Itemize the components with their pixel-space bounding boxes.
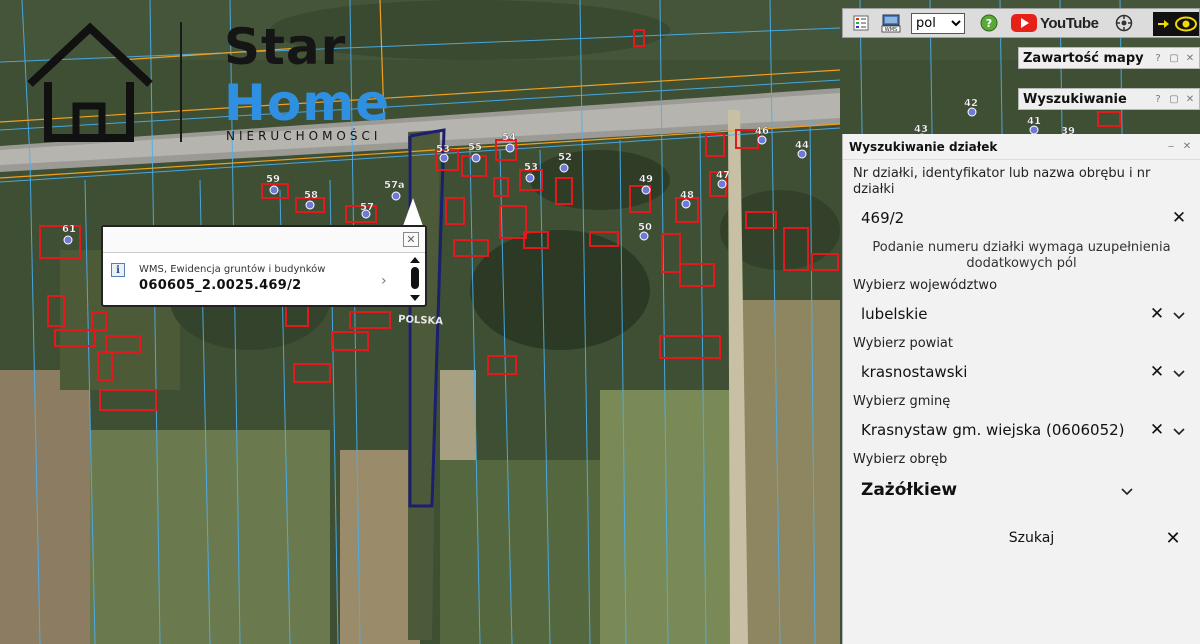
youtube-label: YouTube xyxy=(1040,14,1099,32)
close-icon[interactable]: ✕ xyxy=(1183,51,1197,65)
minimize-icon[interactable]: ‒ xyxy=(1164,140,1178,154)
popup-content: i WMS, Ewidencja gruntów i budynków 0606… xyxy=(103,253,425,305)
parcel-number-label: 44 xyxy=(795,140,809,151)
clear-voivodeship-icon[interactable]: ✕ xyxy=(1146,304,1168,324)
close-icon[interactable]: ✕ xyxy=(1183,92,1197,106)
restore-icon[interactable]: ▢ xyxy=(1167,92,1181,106)
clear-parcel-icon[interactable]: ✕ xyxy=(1168,208,1190,228)
house-icon xyxy=(27,22,153,142)
close-icon[interactable]: ✕ xyxy=(1180,140,1194,154)
help-small-icon[interactable]: ? xyxy=(1151,92,1165,106)
feature-info-popup: ✕ i WMS, Ewidencja gruntów i budynków 06… xyxy=(101,225,427,307)
county-select[interactable]: krasnostawski ✕ xyxy=(853,356,1190,388)
parcel-number-label: 49 xyxy=(639,174,653,185)
popup-parcel-id[interactable]: 060605_2.0025.469/2 xyxy=(139,278,302,293)
parcel-number-value[interactable]: 469/2 xyxy=(861,209,1168,227)
restore-icon[interactable]: ▢ xyxy=(1167,51,1181,65)
popup-pointer xyxy=(403,198,423,226)
youtube-link[interactable]: YouTube xyxy=(1011,14,1099,32)
company-logo: Star Home NIERUCHOMOŚCI xyxy=(20,14,400,144)
popup-scrollbar[interactable] xyxy=(408,255,422,303)
legend-icon[interactable] xyxy=(849,11,873,35)
county-value[interactable]: krasnostawski xyxy=(861,363,1146,381)
popup-titlebar: ✕ xyxy=(103,227,425,253)
parcel-number-label: 53 xyxy=(524,162,538,173)
popup-source: WMS, Ewidencja gruntów i budynków xyxy=(139,264,326,275)
parcel-number-label: 58 xyxy=(304,190,318,201)
parcel-number-label: 54 xyxy=(502,132,516,143)
county-label: Wybierz powiat xyxy=(853,336,953,351)
parcel-number-label: 55 xyxy=(468,142,482,153)
parcel-number-label: 48 xyxy=(680,190,694,201)
reset-icon[interactable]: ✕ xyxy=(1162,528,1184,549)
logo-star-text: Star xyxy=(224,18,347,76)
logo-home-text: Home xyxy=(224,74,391,132)
chevron-down-icon[interactable] xyxy=(1168,421,1190,440)
parcel-number-label: 53 xyxy=(436,144,450,155)
parcel-number-label: 57a xyxy=(384,180,405,191)
youtube-icon xyxy=(1011,14,1037,32)
precinct-label: Wybierz obręb xyxy=(853,452,948,467)
search-button[interactable]: Szukaj xyxy=(861,530,1162,546)
info-icon: i xyxy=(111,263,125,277)
parcel-search-panel: Wyszukiwanie działek ‒ ✕ Nr działki, ide… xyxy=(842,134,1200,644)
search-mini-panel[interactable]: Wyszukiwanie ? ▢ ✕ xyxy=(1018,88,1200,110)
language-select[interactable]: pol xyxy=(911,12,965,34)
parcel-number-label: 50 xyxy=(638,222,652,233)
popup-close-icon[interactable]: ✕ xyxy=(403,232,419,247)
search-actions: Szukaj ✕ xyxy=(853,522,1190,554)
precinct-value[interactable]: Zażółkiew xyxy=(861,480,1116,500)
map-content-title: Zawartość mapy xyxy=(1023,50,1144,66)
svg-text:?: ? xyxy=(986,17,992,30)
parcel-search-header: Wyszukiwanie działek ‒ ✕ xyxy=(843,134,1200,160)
logo-divider xyxy=(180,22,182,142)
parcel-number-label: 59 xyxy=(266,174,280,185)
wms-icon[interactable]: WMS xyxy=(879,11,903,35)
parcel-number-label: 57 xyxy=(360,202,374,213)
search-mini-title: Wyszukiwanie xyxy=(1023,91,1127,107)
parcel-info-text: Podanie numeru działki wymaga uzupełnien… xyxy=(872,240,1171,271)
clear-commune-icon[interactable]: ✕ xyxy=(1146,420,1168,440)
commune-select[interactable]: Krasnystaw gm. wiejska (0606052) ✕ xyxy=(853,414,1190,446)
parcel-number-label: 52 xyxy=(558,152,572,163)
chevron-right-icon[interactable]: › xyxy=(381,273,387,289)
parcel-number-label: 47 xyxy=(716,170,730,181)
eye-icon[interactable] xyxy=(1175,16,1197,32)
parcel-number-label: 61 xyxy=(62,224,76,235)
commune-label: Wybierz gminę xyxy=(853,394,951,409)
chevron-down-icon[interactable] xyxy=(1116,481,1138,500)
settings-icon[interactable] xyxy=(1112,11,1136,35)
map-content-panel[interactable]: Zawartość mapy ? ▢ ✕ xyxy=(1018,47,1200,69)
svg-text:WMS: WMS xyxy=(885,27,897,33)
parcel-number-label: Nr działki, identyfikator lub nazwa obrę… xyxy=(853,166,1151,197)
logo-tagline: NIERUCHOMOŚCI xyxy=(226,129,382,143)
chevron-down-icon[interactable] xyxy=(1168,363,1190,382)
help-small-icon[interactable]: ? xyxy=(1151,51,1165,65)
parcel-number-label: 41 xyxy=(1027,116,1041,127)
parcel-number-field[interactable]: 469/2 ✕ xyxy=(853,202,1190,234)
parcel-search-title: Wyszukiwanie działek xyxy=(849,139,998,154)
voivodeship-select[interactable]: lubelskie ✕ xyxy=(853,298,1190,330)
parcel-number-label: 42 xyxy=(964,98,978,109)
precinct-select[interactable]: Zażółkiew xyxy=(853,472,1190,508)
parcel-number-label: 46 xyxy=(755,126,769,137)
chevron-down-icon[interactable] xyxy=(1168,305,1190,324)
commune-value[interactable]: Krasnystaw gm. wiejska (0606052) xyxy=(861,421,1146,439)
help-icon[interactable]: ? xyxy=(977,11,1001,35)
voivodeship-label: Wybierz województwo xyxy=(853,278,998,293)
voivodeship-value[interactable]: lubelskie xyxy=(861,305,1146,323)
top-toolbar: WMS pol ? YouTube xyxy=(842,8,1200,38)
arrow-icon[interactable] xyxy=(1155,16,1171,32)
viewer-controls xyxy=(1153,12,1199,36)
clear-county-icon[interactable]: ✕ xyxy=(1146,362,1168,382)
